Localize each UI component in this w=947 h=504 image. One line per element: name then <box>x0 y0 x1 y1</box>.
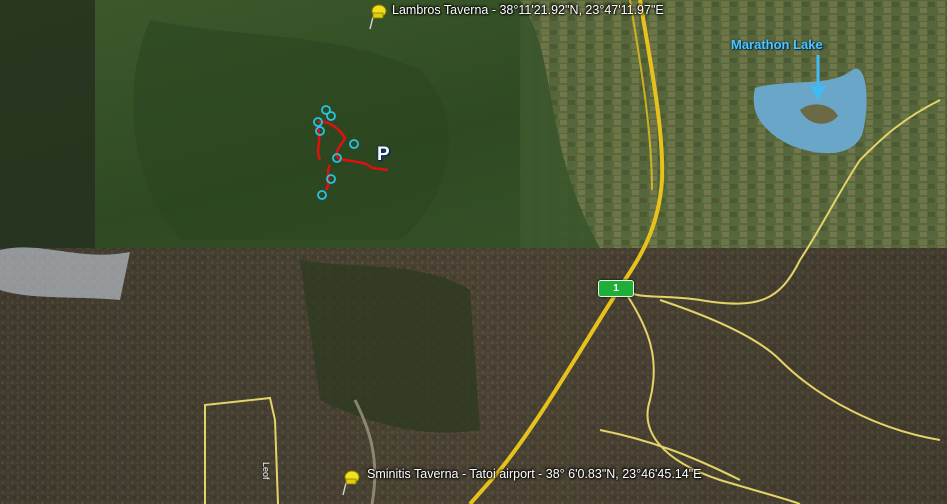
satellite-map[interactable] <box>0 0 947 504</box>
parking-icon[interactable]: P <box>377 144 390 166</box>
marathon-lake-label: Marathon Lake <box>731 37 823 52</box>
road-number-marker: 1 <box>598 280 634 297</box>
lambros-taverna-label[interactable]: Lambros Taverna - 38°11'21.92"N, 23°47'1… <box>392 3 664 17</box>
snow-patch <box>0 247 130 300</box>
pushpin-icon[interactable] <box>368 3 390 31</box>
dark-mountain-area <box>0 0 95 248</box>
sminitis-taverna-label[interactable]: Sminitis Taverna - Tatoi airport - 38° 6… <box>367 467 701 481</box>
street-label: Leof <box>261 462 271 480</box>
pushpin-icon[interactable] <box>341 469 363 497</box>
